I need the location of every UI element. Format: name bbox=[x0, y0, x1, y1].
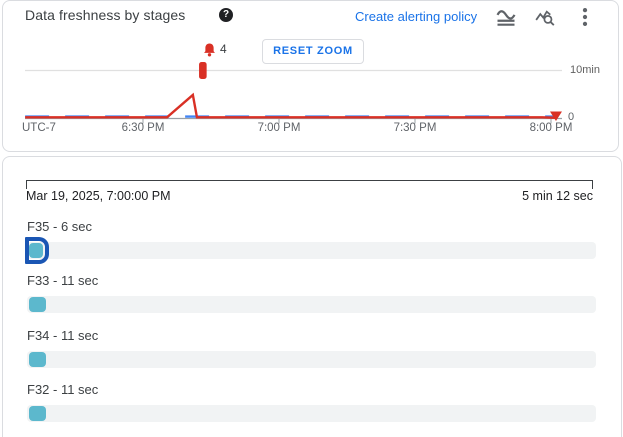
x-axis-label: 8:00 PM bbox=[530, 122, 573, 134]
tooltip-duration: 5 min 12 sec bbox=[522, 189, 593, 203]
stage-label: F32 - 11 sec bbox=[27, 382, 98, 397]
x-axis-label: 6:30 PM bbox=[122, 122, 165, 134]
stage-bar-track bbox=[27, 296, 596, 313]
selection-ring bbox=[25, 237, 49, 264]
stage-row: F34 - 11 sec bbox=[27, 328, 596, 374]
stage-bar-track bbox=[27, 405, 596, 422]
stage-row: F35 - 6 sec bbox=[27, 219, 596, 265]
stage-bar-fill bbox=[29, 406, 46, 421]
bracket-tick-left bbox=[26, 180, 27, 189]
stage-label: F33 - 11 sec bbox=[27, 273, 98, 288]
stage-row: F33 - 11 sec bbox=[27, 273, 596, 319]
x-axis-label: 7:30 PM bbox=[394, 122, 437, 134]
stage-bar-fill bbox=[29, 297, 46, 312]
stage-bar-fill bbox=[29, 352, 46, 367]
stage-row: F32 - 11 sec bbox=[27, 382, 596, 428]
x-axis-labels: 6:30 PM 7:00 PM 7:30 PM 8:00 PM bbox=[0, 122, 623, 136]
threshold-label: 10min bbox=[570, 64, 600, 76]
stage-bar-track bbox=[27, 351, 596, 368]
time-range-bracket bbox=[26, 180, 593, 181]
incident-marker bbox=[199, 62, 207, 79]
x-axis-label: 7:00 PM bbox=[258, 122, 301, 134]
tooltip-timestamp: Mar 19, 2025, 7:00:00 PM bbox=[26, 189, 171, 203]
stage-label: F35 - 6 sec bbox=[27, 219, 92, 234]
monitoring-widget: Data freshness by stages ? Create alerti… bbox=[0, 0, 623, 437]
stage-label: F34 - 11 sec bbox=[27, 328, 98, 343]
stage-bar-track bbox=[27, 242, 596, 259]
bracket-tick-right bbox=[592, 180, 593, 189]
